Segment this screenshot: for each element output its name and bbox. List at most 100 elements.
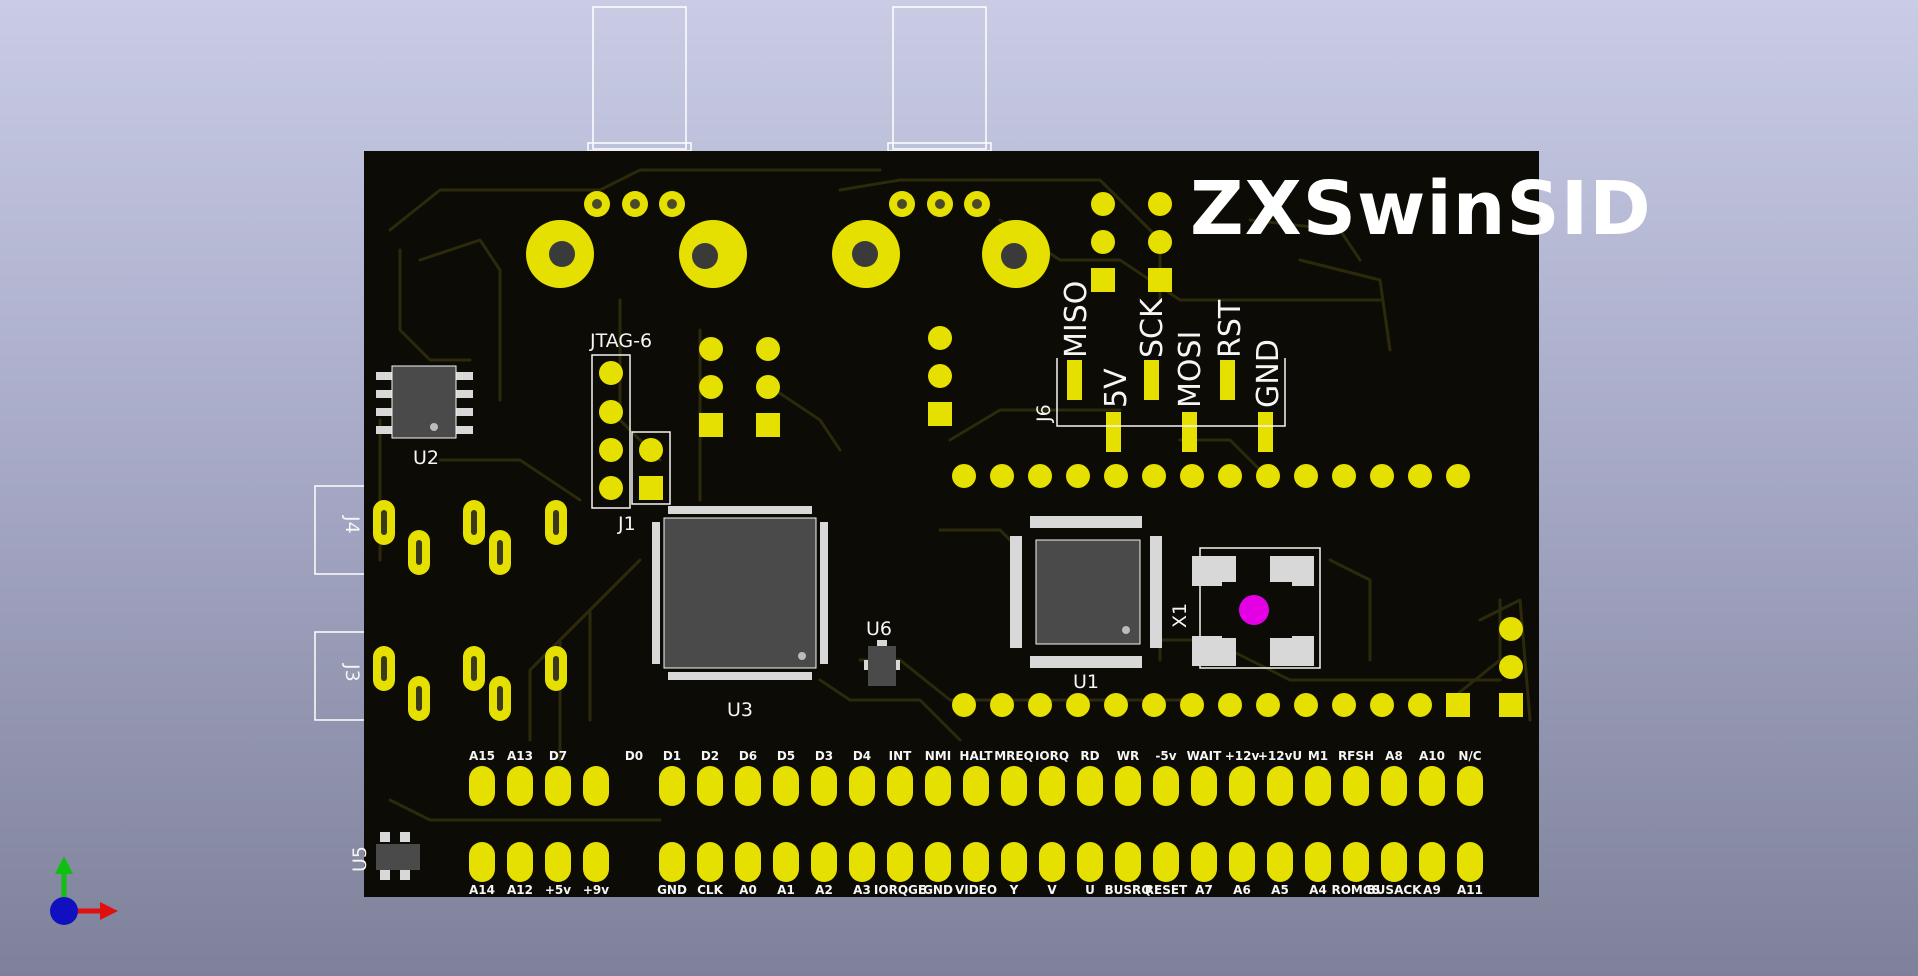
edge-label-top: D4 <box>853 749 871 763</box>
edge-pad-bottom <box>849 842 875 882</box>
edge-pad-bottom <box>1001 842 1027 882</box>
edge-label-top: D2 <box>701 749 719 763</box>
edge-pad-bottom <box>1419 842 1445 882</box>
edge-pad-bottom <box>1115 842 1141 882</box>
dip-pin <box>1332 693 1356 717</box>
edge-label-top: IORQ <box>1035 749 1069 763</box>
edge-label-bottom: A6 <box>1233 883 1251 897</box>
label-j3: J3 <box>341 663 363 682</box>
edge-label-bottom: A4 <box>1309 883 1327 897</box>
edge-label-bottom: A5 <box>1271 883 1289 897</box>
dip-pin <box>1332 464 1356 488</box>
edge-pad-top <box>773 766 799 806</box>
edge-label-bottom: CLK <box>697 883 723 897</box>
edge-pad-bottom <box>697 842 723 882</box>
edge-pad-bottom <box>773 842 799 882</box>
edge-label-top: WR <box>1117 749 1139 763</box>
edge-pad-bottom <box>1229 842 1255 882</box>
dip-pin <box>990 693 1014 717</box>
edge-label-bottom: +9v <box>583 883 609 897</box>
edge-label-bottom: +5v <box>545 883 571 897</box>
edge-label-top: D3 <box>815 749 833 763</box>
edge-pad-bottom <box>1153 842 1179 882</box>
edge-pad-bottom <box>1267 842 1293 882</box>
edge-pad-top <box>1039 766 1065 806</box>
edge-pad-top <box>1267 766 1293 806</box>
edge-label-top: +12v <box>1225 749 1260 763</box>
edge-label-bottom: A11 <box>1457 883 1483 897</box>
edge-pad-bottom <box>1343 842 1369 882</box>
edge-label-bottom: A12 <box>507 883 533 897</box>
edge-label-bottom: A2 <box>815 883 833 897</box>
edge-label-top: D1 <box>663 749 681 763</box>
edge-label-bottom: BUSACK <box>1367 883 1423 897</box>
edge-pad-top <box>1191 766 1217 806</box>
edge-pad-top <box>925 766 951 806</box>
label-u5: U5 <box>349 846 371 872</box>
dip-pin-1 <box>1446 693 1470 717</box>
edge-pad-top <box>1077 766 1103 806</box>
dip-pin <box>1294 693 1318 717</box>
label-u6: U6 <box>866 618 892 640</box>
dip-pin <box>1446 464 1470 488</box>
edge-pad-top <box>1305 766 1331 806</box>
edge-label-top: RD <box>1080 749 1099 763</box>
edge-pad-bottom <box>1381 842 1407 882</box>
edge-label-bottom: A3 <box>853 883 871 897</box>
edge-pad-bottom <box>545 842 571 882</box>
dip-pin <box>1066 464 1090 488</box>
dip-pin <box>1256 464 1280 488</box>
edge-pad-top <box>469 766 495 806</box>
edge-pad-bottom <box>925 842 951 882</box>
dip-pin <box>1408 464 1432 488</box>
audio-jack-outline-left <box>587 6 692 152</box>
dip-pin <box>1180 464 1204 488</box>
edge-pad-top <box>1343 766 1369 806</box>
edge-pad-top <box>1229 766 1255 806</box>
dip-pin <box>1370 693 1394 717</box>
dip-pin <box>1142 693 1166 717</box>
edge-pad-top <box>507 766 533 806</box>
edge-label-bottom: GND <box>657 883 687 897</box>
edge-pad-bottom <box>1305 842 1331 882</box>
label-sck: SCK <box>1135 297 1170 358</box>
edge-label-top: -5v <box>1155 749 1176 763</box>
label-u3: U3 <box>727 699 753 721</box>
edge-label-top: N/C <box>1458 749 1481 763</box>
edge-pad-bottom <box>1191 842 1217 882</box>
edge-pad-top <box>1381 766 1407 806</box>
dip-pin <box>1066 693 1090 717</box>
u3-chip <box>652 506 828 680</box>
dip-pin <box>1104 693 1128 717</box>
dip-pin <box>1028 464 1052 488</box>
edge-label-top: D0 <box>625 749 643 763</box>
edge-label-bottom: RESET <box>1145 883 1188 897</box>
edge-label-bottom: A1 <box>777 883 795 897</box>
label-mosi: MOSI <box>1173 331 1208 408</box>
edge-pad-bottom <box>963 842 989 882</box>
edge-pad-top <box>697 766 723 806</box>
edge-label-top: A8 <box>1385 749 1403 763</box>
label-jtag: JTAG-6 <box>589 330 652 352</box>
edge-pad-top <box>811 766 837 806</box>
dip-pin <box>1256 693 1280 717</box>
edge-label-bottom: VIDEO <box>955 883 997 897</box>
label-5v: 5V <box>1099 368 1134 408</box>
dip-pin <box>1218 693 1242 717</box>
edge-pad-top <box>1153 766 1179 806</box>
edge-label-top: D6 <box>739 749 757 763</box>
edge-pad-top <box>849 766 875 806</box>
edge-label-bottom: Y <box>1009 883 1019 897</box>
label-j6: J6 <box>1033 404 1055 423</box>
dip-pin <box>1408 693 1432 717</box>
edge-label-top: INT <box>889 749 913 763</box>
header-pin <box>1499 655 1523 679</box>
edge-pad-top <box>963 766 989 806</box>
edge-label-top: M1 <box>1308 749 1328 763</box>
edge-pad-top <box>545 766 571 806</box>
edge-label-bottom: A9 <box>1423 883 1441 897</box>
pcb-3d-viewport[interactable]: A15 A13 D7 D0 D1 D2 D6 D5 D3 D4 INT NMI HALT MREQ IORQ… <box>0 0 1918 976</box>
u1-chip <box>1010 516 1162 668</box>
edge-label-top: D5 <box>777 749 795 763</box>
label-j1: J1 <box>617 513 636 535</box>
